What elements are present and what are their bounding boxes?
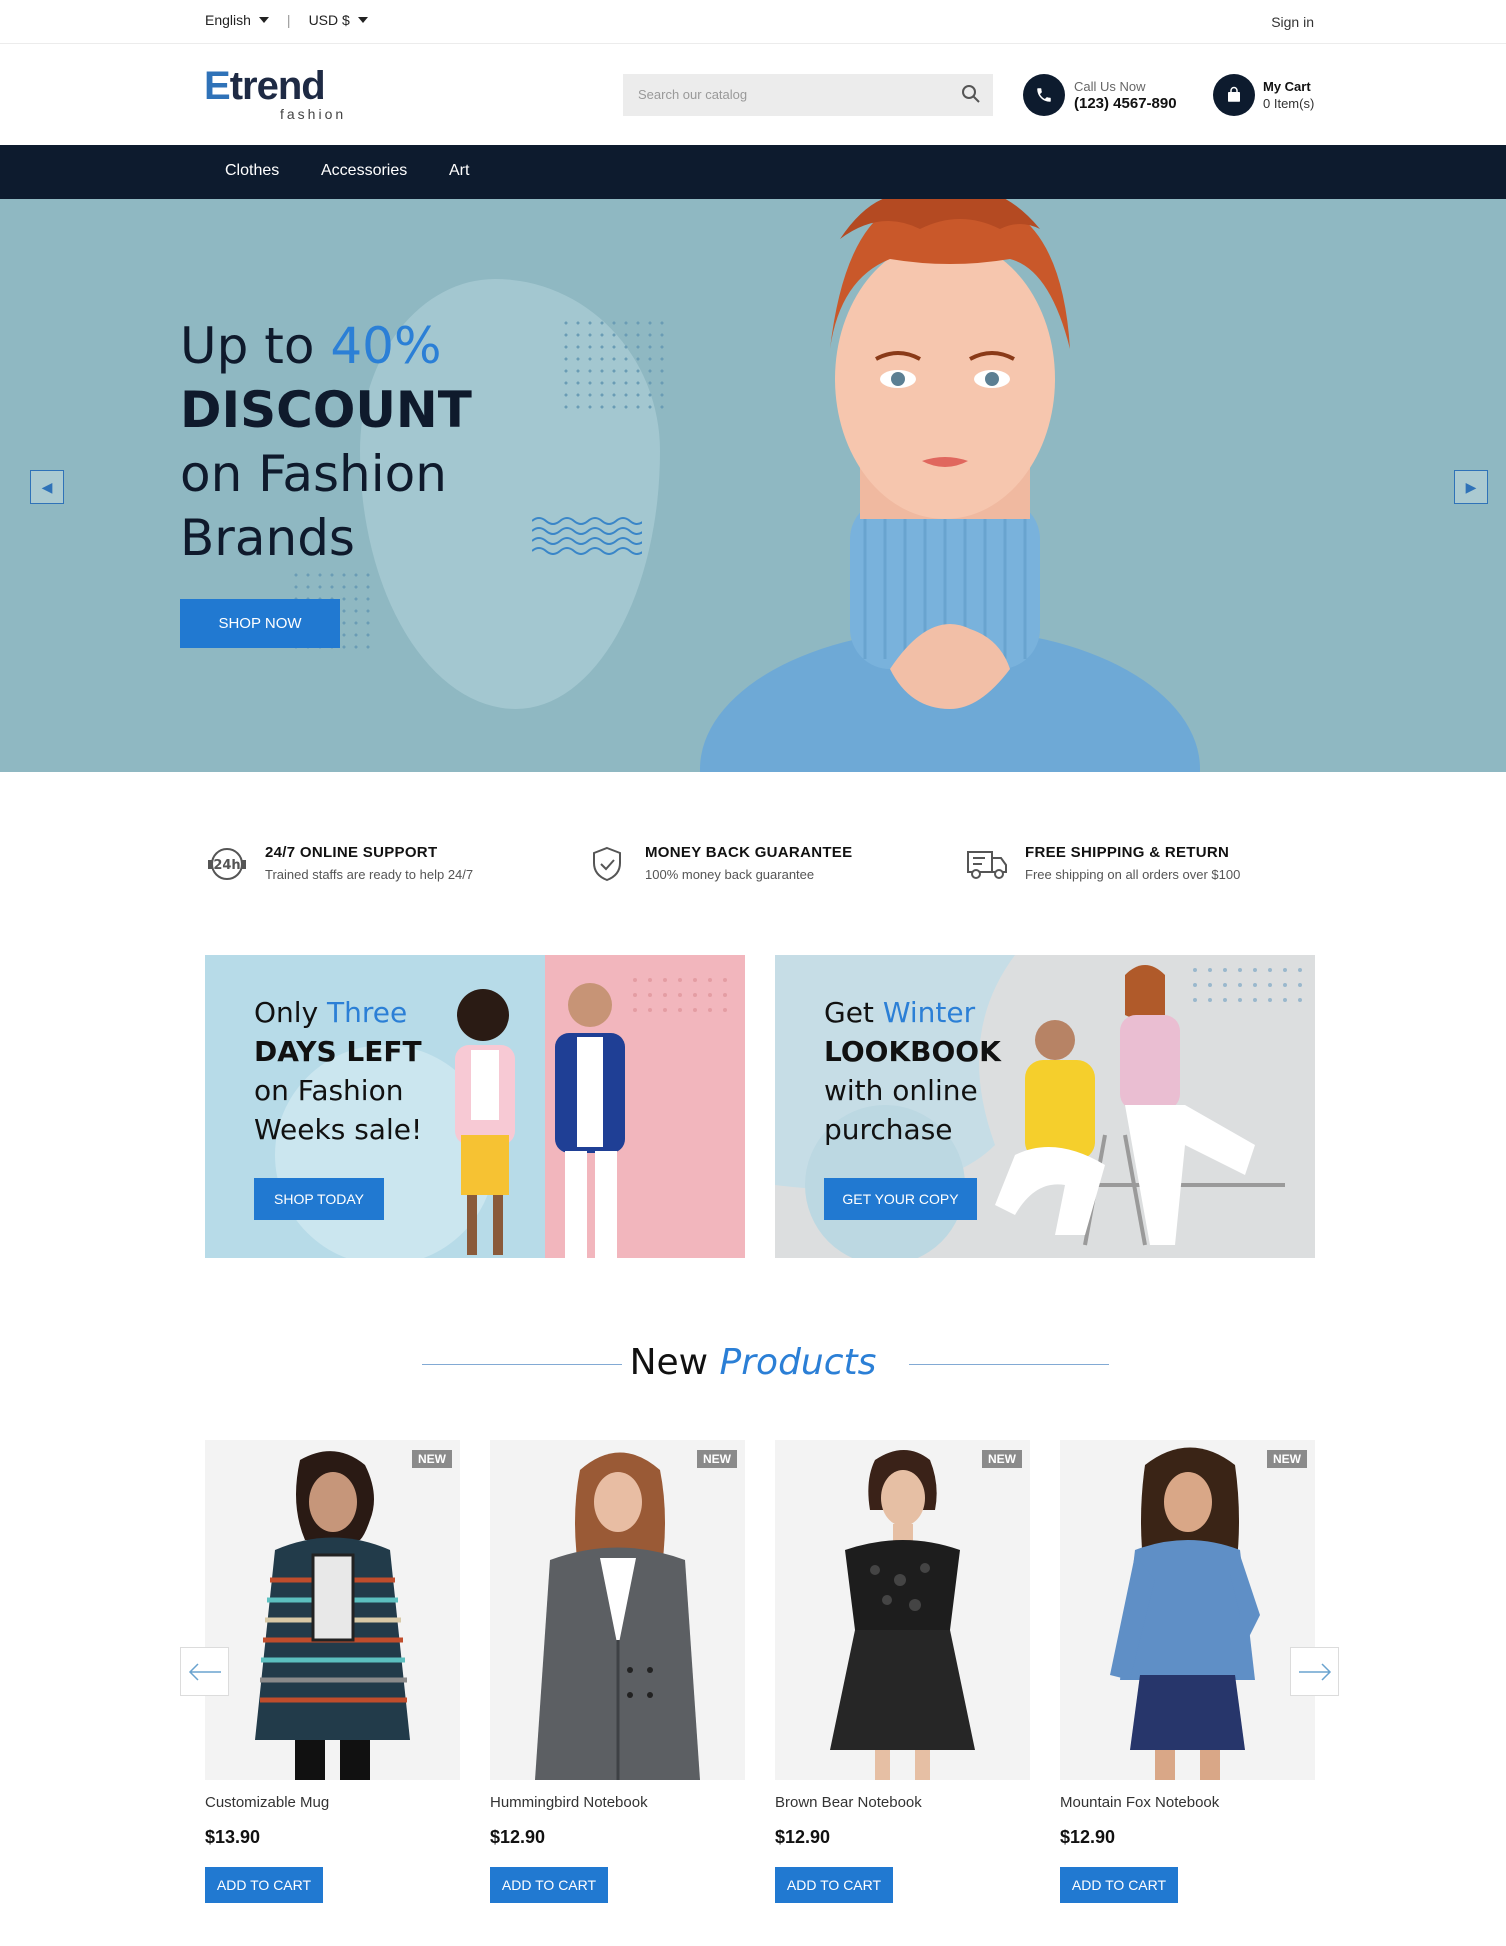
- shopping-bag-icon: [1213, 74, 1255, 116]
- product-card[interactable]: NEW Brown Bear Notebook $12.90 ADD TO CA…: [775, 1440, 1030, 1903]
- product-photo: [490, 1440, 745, 1780]
- features-row: 24h 24/7 ONLINE SUPPORT Trained staffs a…: [0, 840, 1506, 890]
- arrow-left-icon: [188, 1662, 221, 1681]
- nav-item-clothes[interactable]: Clothes: [225, 162, 279, 180]
- cart-button[interactable]: My Cart 0 Item(s): [1213, 74, 1323, 116]
- add-to-cart-button[interactable]: ADD TO CART: [205, 1867, 323, 1903]
- product-price: $13.90: [205, 1827, 261, 1847]
- cart-label: My Cart: [1263, 79, 1311, 94]
- locale-selectors: English | USD $: [205, 12, 368, 28]
- chevron-down-icon: [357, 17, 368, 23]
- products-prev-button[interactable]: [180, 1647, 229, 1696]
- product-image[interactable]: NEW: [775, 1440, 1030, 1780]
- product-photo: [775, 1440, 1030, 1780]
- call-us[interactable]: Call Us Now (123) 4567-890: [1023, 74, 1183, 116]
- arrow-right-icon: [1298, 1662, 1331, 1681]
- product-price: $12.90: [1060, 1827, 1116, 1847]
- new-products-heading: New Products: [0, 1336, 1506, 1396]
- hero-prev-button[interactable]: ◀: [30, 470, 64, 504]
- call-number: (123) 4567-890: [1074, 95, 1177, 112]
- products-next-button[interactable]: [1290, 1647, 1339, 1696]
- hero-line-3: on Fashion: [180, 445, 447, 503]
- chevron-down-icon: [258, 17, 269, 23]
- shop-now-button[interactable]: SHOP NOW: [180, 599, 340, 648]
- new-badge: NEW: [697, 1450, 737, 1468]
- search-input[interactable]: Search our catalog: [623, 74, 993, 116]
- product-image[interactable]: NEW: [490, 1440, 745, 1780]
- language-label: English: [205, 12, 251, 28]
- cart-count: 0 Item(s): [1263, 96, 1315, 111]
- hero-headline: Up to 40% DISCOUNT on Fashion Brands: [180, 314, 472, 570]
- support-24h-icon: 24h: [208, 848, 246, 880]
- chevron-left-icon: ◀: [41, 478, 53, 495]
- product-name[interactable]: Mountain Fox Notebook: [1060, 1794, 1219, 1811]
- logo-tagline: fashion: [280, 106, 347, 122]
- currency-label: USD $: [308, 12, 350, 28]
- site-header: Etrend fashion Search our catalog Call U…: [0, 44, 1506, 145]
- product-card[interactable]: NEW Hummingbird Notebook $12.90 ADD TO C…: [490, 1440, 745, 1903]
- new-badge: NEW: [412, 1450, 452, 1468]
- call-label: Call Us Now: [1074, 79, 1146, 94]
- product-price: $12.90: [775, 1827, 831, 1847]
- banner-headline: Only Three DAYS LEFT on Fashion Weeks sa…: [254, 996, 423, 1146]
- svg-text:24h: 24h: [213, 858, 240, 873]
- hero-slider: Up to 40% DISCOUNT on Fashion Brands SHO…: [0, 199, 1506, 772]
- section-title: New Products: [629, 1342, 877, 1383]
- feature-desc: Free shipping on all orders over $100: [1025, 867, 1241, 882]
- nav-item-art[interactable]: Art: [449, 162, 469, 180]
- add-to-cart-button[interactable]: ADD TO CART: [1060, 1867, 1178, 1903]
- add-to-cart-button[interactable]: ADD TO CART: [775, 1867, 893, 1903]
- feature-title: FREE SHIPPING & RETURN: [1025, 844, 1230, 861]
- get-your-copy-button[interactable]: GET YOUR COPY: [824, 1178, 977, 1220]
- hero-model-image: [700, 199, 1200, 772]
- feature-desc: 100% money back guarantee: [645, 867, 815, 882]
- search-icon[interactable]: [961, 84, 981, 104]
- nav-item-accessories[interactable]: Accessories: [321, 162, 407, 180]
- logo[interactable]: Etrend fashion: [204, 64, 343, 122]
- main-nav: Clothes Accessories Art: [0, 145, 1506, 199]
- new-badge: NEW: [982, 1450, 1022, 1468]
- product-photo: [1060, 1440, 1315, 1780]
- product-image[interactable]: NEW: [1060, 1440, 1315, 1780]
- feature-desc: Trained staffs are ready to help 24/7: [265, 867, 474, 882]
- hero-next-button[interactable]: ▶: [1454, 470, 1488, 504]
- sign-in-link[interactable]: Sign in: [1271, 14, 1314, 30]
- product-card[interactable]: NEW Mountain Fox Notebook $12.90 ADD TO …: [1060, 1440, 1315, 1903]
- currency-selector[interactable]: USD $: [309, 12, 368, 28]
- product-image[interactable]: NEW: [205, 1440, 460, 1780]
- language-selector[interactable]: English: [205, 12, 269, 28]
- product-name[interactable]: Brown Bear Notebook: [775, 1794, 922, 1811]
- chevron-right-icon: ▶: [1465, 478, 1477, 495]
- shield-check-icon: [593, 846, 621, 882]
- promo-banner-lookbook[interactable]: Get Winter LOOKBOOK with online purchase…: [775, 955, 1315, 1258]
- hero-line-2: DISCOUNT: [180, 381, 472, 439]
- promo-banner-sale[interactable]: Only Three DAYS LEFT on Fashion Weeks sa…: [205, 955, 745, 1258]
- phone-icon: [1023, 74, 1065, 116]
- top-bar: English | USD $ Sign in: [0, 0, 1506, 44]
- hero-line-1: Up to 40%: [180, 317, 442, 375]
- search-placeholder: Search our catalog: [638, 87, 748, 102]
- feature-title: 24/7 ONLINE SUPPORT: [265, 844, 438, 861]
- banner-headline: Get Winter LOOKBOOK with online purchase: [824, 996, 1001, 1146]
- logo-wordmark: Etrend: [204, 64, 326, 108]
- product-card[interactable]: NEW Customizable Mug $13.90 ADD TO CART: [205, 1440, 460, 1903]
- shop-today-button[interactable]: SHOP TODAY: [254, 1178, 384, 1220]
- new-badge: NEW: [1267, 1450, 1307, 1468]
- product-photo: [205, 1440, 460, 1780]
- add-to-cart-button[interactable]: ADD TO CART: [490, 1867, 608, 1903]
- product-name[interactable]: Hummingbird Notebook: [490, 1794, 648, 1811]
- product-price: $12.90: [490, 1827, 546, 1847]
- feature-title: MONEY BACK GUARANTEE: [645, 844, 853, 861]
- divider: |: [286, 12, 291, 28]
- hero-line-4: Brands: [180, 509, 355, 567]
- truck-icon: [967, 851, 1007, 879]
- divider: [909, 1364, 1109, 1365]
- product-name[interactable]: Customizable Mug: [205, 1794, 329, 1811]
- decorative-wave: [532, 517, 642, 555]
